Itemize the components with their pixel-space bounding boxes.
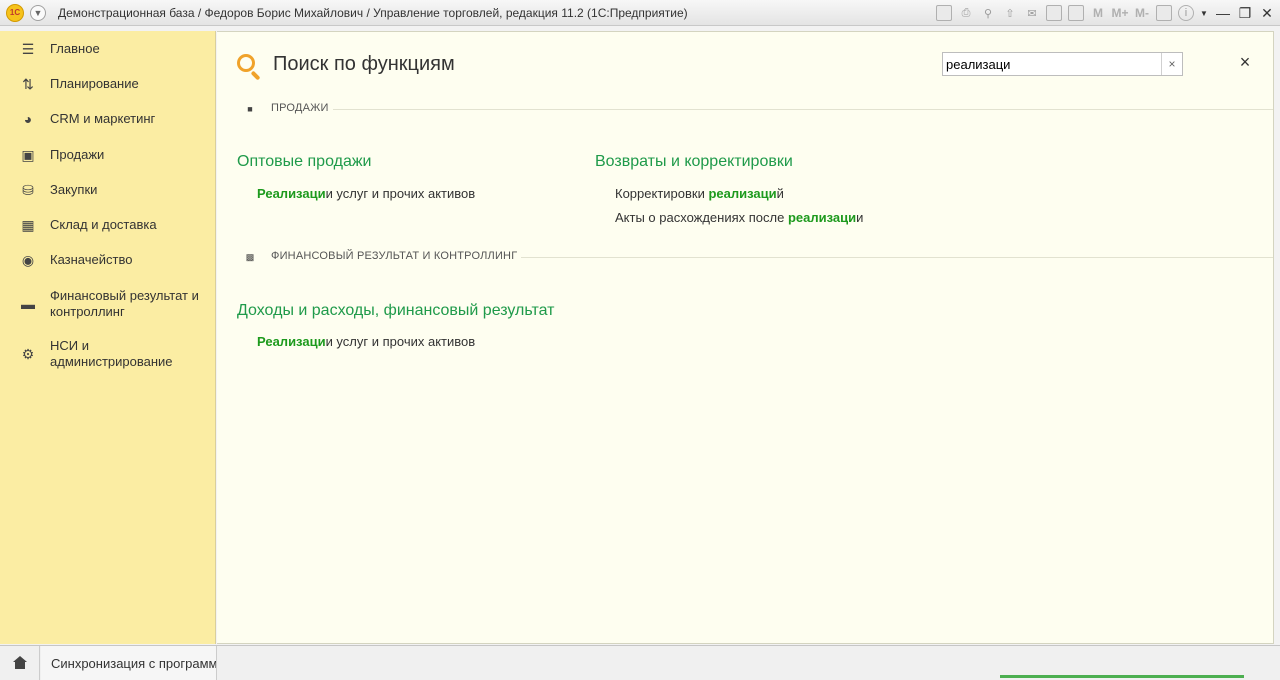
minimize-button[interactable]: — [1214,4,1232,22]
open-windows-bar: Синхронизация с программой [0,645,1280,680]
group-title-returns: Возвраты и корректировки [595,153,793,170]
section-label: ПРОДАЖИ [271,102,333,114]
group-title-wholesale: Оптовые продажи [237,153,372,170]
shopping-bag-icon: ■ [247,104,253,114]
result-link[interactable]: Реализации услуг и прочих активов [257,186,475,201]
sidebar-item-warehouse[interactable]: ▦ Склад и доставка [0,217,216,233]
match-highlight: реализаци [708,186,777,201]
info-icon[interactable]: i [1178,5,1194,21]
sidebar-item-main[interactable]: ☰ Главное [0,41,216,57]
close-window-button[interactable]: ✕ [1258,4,1276,22]
planning-icon: ⇅ [22,75,34,92]
ruble-coin-icon: ◉ [21,251,35,268]
sidebar-item-label: Главное [50,41,100,56]
mail-icon[interactable]: ✉ [1024,5,1040,21]
sidebar-item-label: Склад и доставка [50,217,157,232]
sidebar-item-label: Казначейство [50,252,133,267]
search-field[interactable]: × [942,52,1183,76]
sidebar-item-admin[interactable]: ⚙ НСИ и администрирование [0,338,216,370]
home-button[interactable] [0,646,40,680]
memory-m-icon[interactable]: M [1090,5,1106,21]
sidebar-item-label: НСИ и администрирование [50,338,173,369]
result-link[interactable]: Реализации услуг и прочих активов [257,334,475,349]
preview-icon[interactable]: ⚲ [980,5,996,21]
match-highlight: Реализаци [257,186,326,201]
calendar-icon[interactable] [1068,5,1084,21]
result-text: Корректировки [615,186,709,201]
result-link[interactable]: Акты о расхождениях после реализации [615,210,863,225]
menu-lines-icon: ☰ [21,40,35,57]
group-title-income: Доходы и расходы, финансовый результат [237,302,555,319]
sidebar-item-label: CRM и маркетинг [50,111,156,126]
pie-chart-icon: ◕ [23,111,33,127]
result-text: и услуг и прочих активов [325,186,476,201]
sidebar-item-label: Продажи [50,147,105,162]
calculator-icon[interactable] [1046,5,1062,21]
sidebar-item-planning[interactable]: ⇅ Планирование [0,76,216,92]
match-highlight: Реализаци [257,334,326,349]
save-icon[interactable] [936,5,952,21]
page-title: Поиск по функциям [273,53,455,75]
sidebar-item-treasury[interactable]: ◉ Казначейство [0,252,216,268]
sidebar-item-label: Планирование [50,76,139,91]
chevron-down-icon[interactable]: ▼ [1200,5,1208,21]
home-icon [12,656,27,670]
result-text: Акты о расхождениях после [615,210,788,225]
title-bar: 1С ▼ Демонстрационная база / Федоров Бор… [0,0,1280,26]
memory-plus-icon[interactable]: M+ [1112,5,1129,21]
panel-layout-icon[interactable] [1156,5,1172,21]
section-header-finance: ▩ ФИНАНСОВЫЙ РЕЗУЛЬТАТ И КОНТРОЛЛИНГ [237,249,1273,265]
bar-chart-icon: ▬ [21,296,35,312]
app-logo-icon[interactable]: 1С [6,3,24,22]
window-tab-sync[interactable]: Синхронизация с программой [41,646,217,680]
sections-sidebar: ☰ Главное ⇅ Планирование ◕ CRM и маркети… [0,31,216,644]
section-divider [271,109,1273,110]
main-menu-chevron-icon[interactable]: ▼ [30,4,46,21]
sidebar-item-sales[interactable]: ▣ Продажи [0,147,216,163]
title-toolbar: ⎙ ⚲ ⇧ ✉ M M+ M- i ▼ — ❐ ✕ [936,0,1280,26]
window-title: Демонстрационная база / Федоров Борис Ми… [58,5,688,20]
restore-button[interactable]: ❐ [1236,4,1254,22]
section-label: ФИНАНСОВЫЙ РЕЗУЛЬТАТ И КОНТРОЛЛИНГ [271,250,522,262]
memory-minus-icon[interactable]: M- [1134,5,1150,21]
sidebar-item-label: Финансовый результат и контроллинг [50,288,199,319]
result-text: и [856,210,864,225]
bar-chart-icon: ▩ [245,251,255,262]
function-search-panel: Поиск по функциям × × ■ ПРОДАЖИ Оптовые … [217,31,1274,644]
search-icon [237,54,263,81]
shopping-bag-icon: ▣ [21,146,35,163]
print-icon[interactable]: ⎙ [958,5,974,21]
result-link[interactable]: Корректировки реализаций [615,186,784,201]
sidebar-item-crm[interactable]: ◕ CRM и маркетинг [0,111,216,127]
section-header-sales: ■ ПРОДАЖИ [237,101,1273,117]
gear-icon: ⚙ [21,345,35,362]
progress-indicator [1000,675,1244,678]
match-highlight: реализаци [787,210,857,225]
close-button[interactable]: × [1237,52,1253,72]
sidebar-item-label: Закупки [50,182,98,197]
upload-icon[interactable]: ⇧ [1002,5,1018,21]
result-text: и услуг и прочих активов [325,334,476,349]
clear-search-button[interactable]: × [1161,53,1182,75]
warehouse-grid-icon: ▦ [21,216,35,233]
sidebar-item-purchases[interactable]: ⛁ Закупки [0,182,216,198]
result-text: й [776,186,784,201]
search-input[interactable] [943,54,1158,74]
sidebar-item-finance[interactable]: ▬ Финансовый результат и контроллинг [0,288,216,320]
cart-icon: ⛁ [22,181,34,198]
